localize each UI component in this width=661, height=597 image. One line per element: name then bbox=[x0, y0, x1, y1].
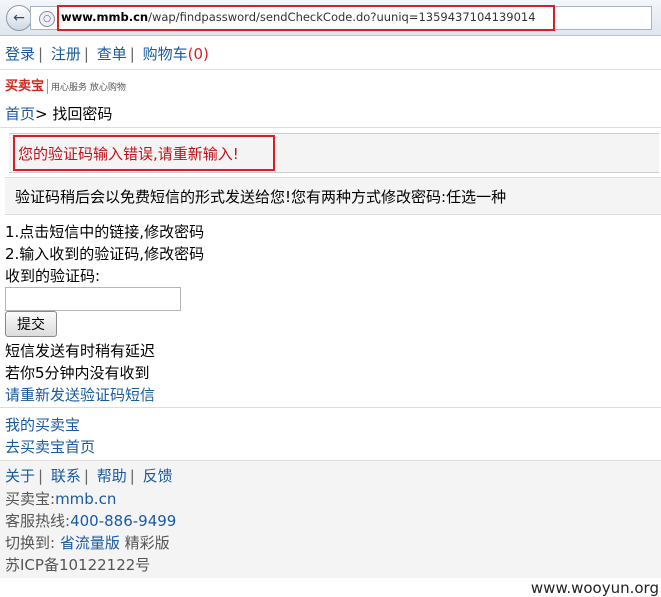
nav-separator: | bbox=[83, 45, 89, 63]
switch-lite-link[interactable]: 省流量版 bbox=[60, 534, 120, 552]
resend-sms-link[interactable]: 请重新发送验证码短信 bbox=[5, 384, 155, 405]
footer-separator: | bbox=[129, 467, 135, 485]
globe-icon: ○ bbox=[39, 11, 55, 27]
verification-code-input[interactable] bbox=[5, 287, 181, 311]
cart-link[interactable]: 购物车(0) bbox=[143, 45, 209, 63]
browser-toolbar: ← ○ www.mmb.cn/wap/findpassword/sendChec… bbox=[0, 0, 661, 36]
home-link[interactable]: 去买卖宝首页 bbox=[5, 436, 95, 457]
submit-button[interactable]: 提交 bbox=[5, 311, 57, 337]
switch-rich-current: 精彩版 bbox=[124, 534, 170, 552]
login-link[interactable]: 登录 bbox=[5, 45, 35, 63]
option-1: 1.点击短信中的链接,修改密码 bbox=[5, 223, 205, 241]
site-label: 买卖宝: bbox=[5, 490, 56, 508]
icp-number: 苏ICP备10122122号 bbox=[5, 556, 151, 574]
info-panel: 验证码稍后会以免费短信的形式发送给您!您有两种方式修改密码:任选一种 bbox=[5, 177, 661, 215]
footer-help-link[interactable]: 帮助 bbox=[97, 467, 127, 485]
divider bbox=[0, 407, 661, 408]
top-nav: 登录 | 注册 | 查单 | 购物车(0) bbox=[0, 37, 661, 70]
footer-contact-link[interactable]: 联系 bbox=[51, 467, 81, 485]
breadcrumb: 首页> 找回密码 bbox=[0, 99, 661, 128]
footer-separator: | bbox=[38, 467, 44, 485]
sms-note-1: 短信发送有时稍有延迟 bbox=[5, 342, 156, 360]
footer-about-link[interactable]: 关于 bbox=[5, 467, 35, 485]
nav-separator: | bbox=[129, 45, 135, 63]
cart-label: 购物车 bbox=[142, 45, 188, 63]
logo-name: 买卖宝 bbox=[5, 79, 49, 94]
option-2: 2.输入收到的验证码,修改密码 bbox=[5, 245, 205, 263]
hotline-label: 客服热线: bbox=[5, 512, 71, 530]
error-message: 您的验证码输入错误,请重新输入! bbox=[18, 145, 239, 163]
footer-separator: | bbox=[83, 467, 89, 485]
back-arrow-icon[interactable]: ← bbox=[6, 5, 32, 31]
orders-link[interactable]: 查单 bbox=[97, 45, 127, 63]
breadcrumb-home[interactable]: 首页 bbox=[5, 105, 35, 123]
url-text[interactable]: www.mmb.cn/wap/findpassword/sendCheckCod… bbox=[61, 10, 536, 24]
error-panel: 您的验证码输入错误,请重新输入! bbox=[9, 133, 659, 173]
nav-separator: | bbox=[38, 45, 44, 63]
register-link[interactable]: 注册 bbox=[51, 45, 81, 63]
site-logo[interactable]: 买卖宝 用心服务 放心购物 bbox=[5, 75, 126, 94]
footer: 关于 | 联系 | 帮助 | 反馈 买卖宝:mmb.cn 客服热线:400-886-9… bbox=[0, 460, 661, 578]
my-account-link[interactable]: 我的买卖宝 bbox=[5, 414, 80, 435]
sms-note-2: 若你5分钟内没有收到 bbox=[5, 364, 150, 382]
watermark: www.wooyun.org bbox=[530, 579, 659, 597]
hotline-link[interactable]: 400-886-9499 bbox=[70, 512, 176, 530]
address-bar[interactable]: ○ www.mmb.cn/wap/findpassword/sendCheckC… bbox=[30, 5, 652, 31]
switch-label: 切换到: bbox=[5, 534, 56, 552]
code-label: 收到的验证码: bbox=[5, 267, 101, 285]
cart-count: (0) bbox=[187, 45, 209, 63]
info-message: 验证码稍后会以免费短信的形式发送给您!您有两种方式修改密码:任选一种 bbox=[15, 188, 507, 206]
breadcrumb-arrow: > bbox=[35, 105, 48, 123]
footer-feedback-link[interactable]: 反馈 bbox=[143, 467, 173, 485]
logo-tagline: 用心服务 放心购物 bbox=[51, 83, 126, 93]
site-domain-link[interactable]: mmb.cn bbox=[55, 490, 116, 508]
breadcrumb-current: 找回密码 bbox=[52, 105, 113, 123]
